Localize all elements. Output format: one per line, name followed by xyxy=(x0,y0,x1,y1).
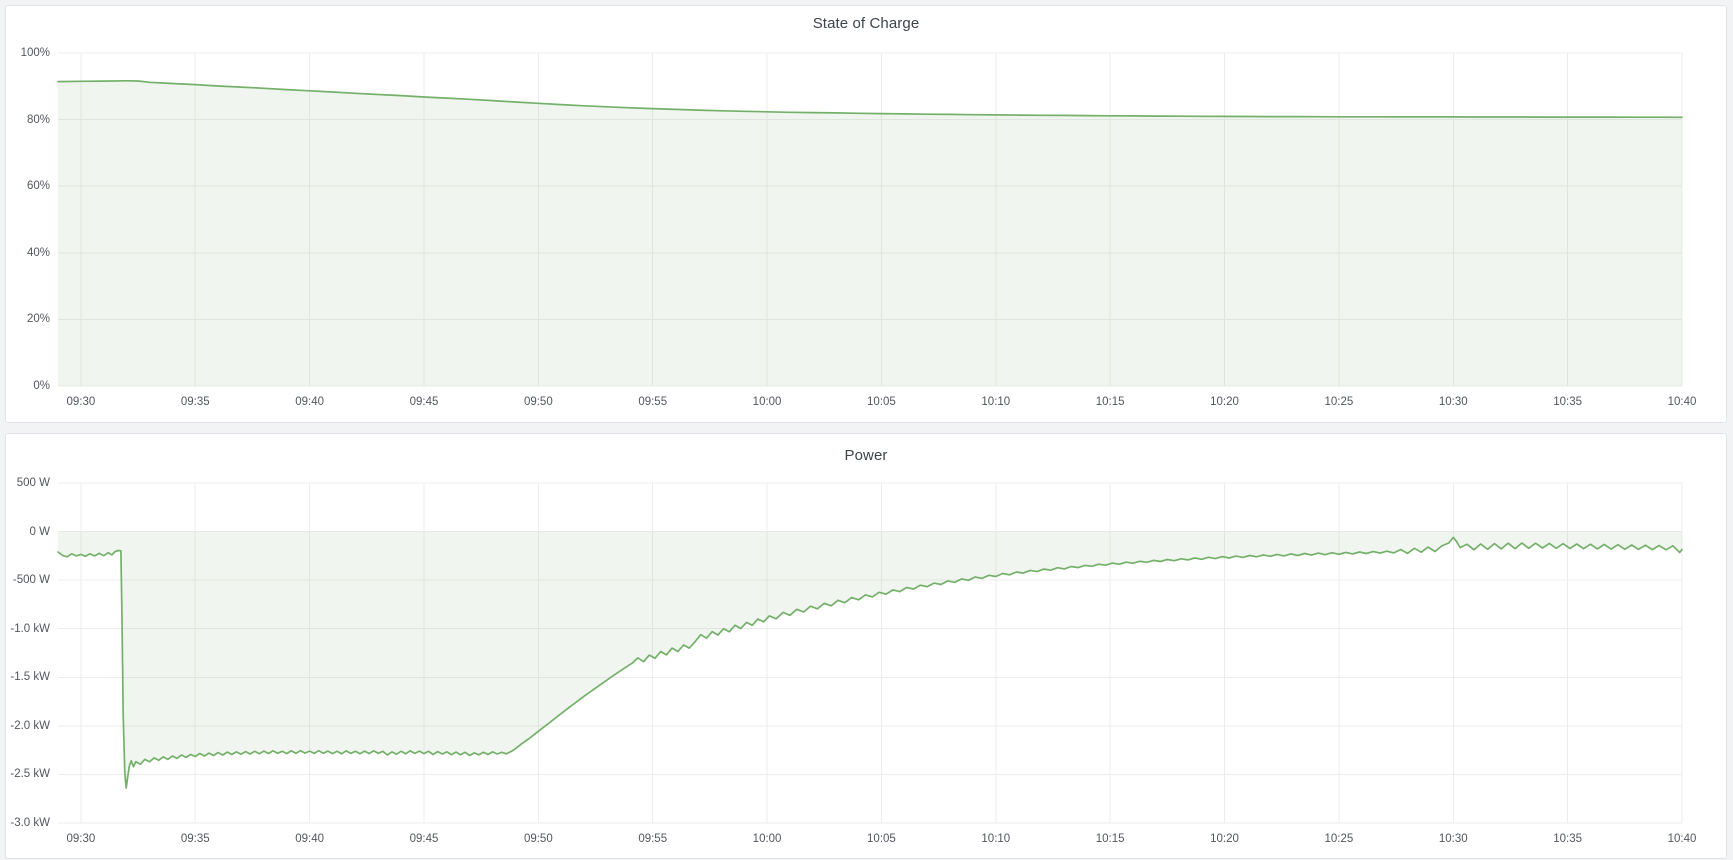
x-tick-label: 10:15 xyxy=(1096,395,1125,409)
y-tick-label: -1.5 kW xyxy=(6,670,50,684)
power-plot-area[interactable] xyxy=(58,483,1682,823)
x-tick-label: 09:50 xyxy=(524,832,553,846)
y-tick-label: -2.5 kW xyxy=(6,767,50,781)
panel-title-state-of-charge[interactable]: State of Charge xyxy=(6,15,1726,32)
x-tick-label: 10:30 xyxy=(1439,832,1468,846)
panel-power: Power 500 W 0 W -500 W -1.0 kW -1.5 kW -2.0 k… xyxy=(5,433,1727,859)
soc-plot-area[interactable] xyxy=(58,53,1682,386)
x-tick-label: 09:35 xyxy=(181,832,210,846)
x-tick-label: 10:15 xyxy=(1096,832,1125,846)
x-tick-label: 10:05 xyxy=(867,832,896,846)
x-tick-label: 10:35 xyxy=(1553,832,1582,846)
power-area-fill xyxy=(58,532,1682,788)
soc-area-fill xyxy=(58,81,1682,386)
x-tick-label: 10:20 xyxy=(1210,395,1239,409)
x-tick-label: 10:05 xyxy=(867,395,896,409)
y-tick-label: 80% xyxy=(6,113,50,127)
x-tick-label: 09:30 xyxy=(66,395,95,409)
y-tick-label: 100% xyxy=(6,46,50,60)
y-tick-label: 500 W xyxy=(6,476,50,490)
x-tick-label: 09:45 xyxy=(410,395,439,409)
x-tick-label: 10:20 xyxy=(1210,832,1239,846)
x-tick-label: 09:30 xyxy=(66,832,95,846)
x-tick-label: 09:55 xyxy=(638,832,667,846)
x-tick-label: 10:00 xyxy=(753,832,782,846)
y-tick-label: 20% xyxy=(6,312,50,326)
x-tick-label: 09:40 xyxy=(295,832,324,846)
x-tick-label: 10:25 xyxy=(1325,832,1354,846)
y-tick-label: 60% xyxy=(6,179,50,193)
x-tick-label: 10:40 xyxy=(1668,832,1697,846)
x-tick-label: 10:25 xyxy=(1325,395,1354,409)
y-tick-label: -3.0 kW xyxy=(6,816,50,830)
panel-state-of-charge: State of Charge 100% 80% 60% 40% 20% 0% 09:30 0… xyxy=(5,5,1727,423)
y-tick-label: -1.0 kW xyxy=(6,622,50,636)
x-tick-label: 10:30 xyxy=(1439,395,1468,409)
x-tick-label: 09:35 xyxy=(181,395,210,409)
x-tick-label: 10:10 xyxy=(981,832,1010,846)
x-tick-label: 09:55 xyxy=(638,395,667,409)
x-tick-label: 09:50 xyxy=(524,395,553,409)
x-tick-label: 10:10 xyxy=(981,395,1010,409)
x-tick-label: 10:00 xyxy=(753,395,782,409)
y-tick-label: -2.0 kW xyxy=(6,719,50,733)
x-tick-label: 10:35 xyxy=(1553,395,1582,409)
x-tick-label: 09:45 xyxy=(410,832,439,846)
y-tick-label: -500 W xyxy=(6,573,50,587)
x-tick-label: 09:40 xyxy=(295,395,324,409)
dashboard: { "page": { "background_color": "#f2f3f5… xyxy=(0,0,1733,860)
y-tick-label: 0% xyxy=(6,379,50,393)
y-tick-label: 0 W xyxy=(6,525,50,539)
x-tick-label: 10:40 xyxy=(1668,395,1697,409)
y-tick-label: 40% xyxy=(6,246,50,260)
panel-title-power[interactable]: Power xyxy=(6,447,1726,464)
